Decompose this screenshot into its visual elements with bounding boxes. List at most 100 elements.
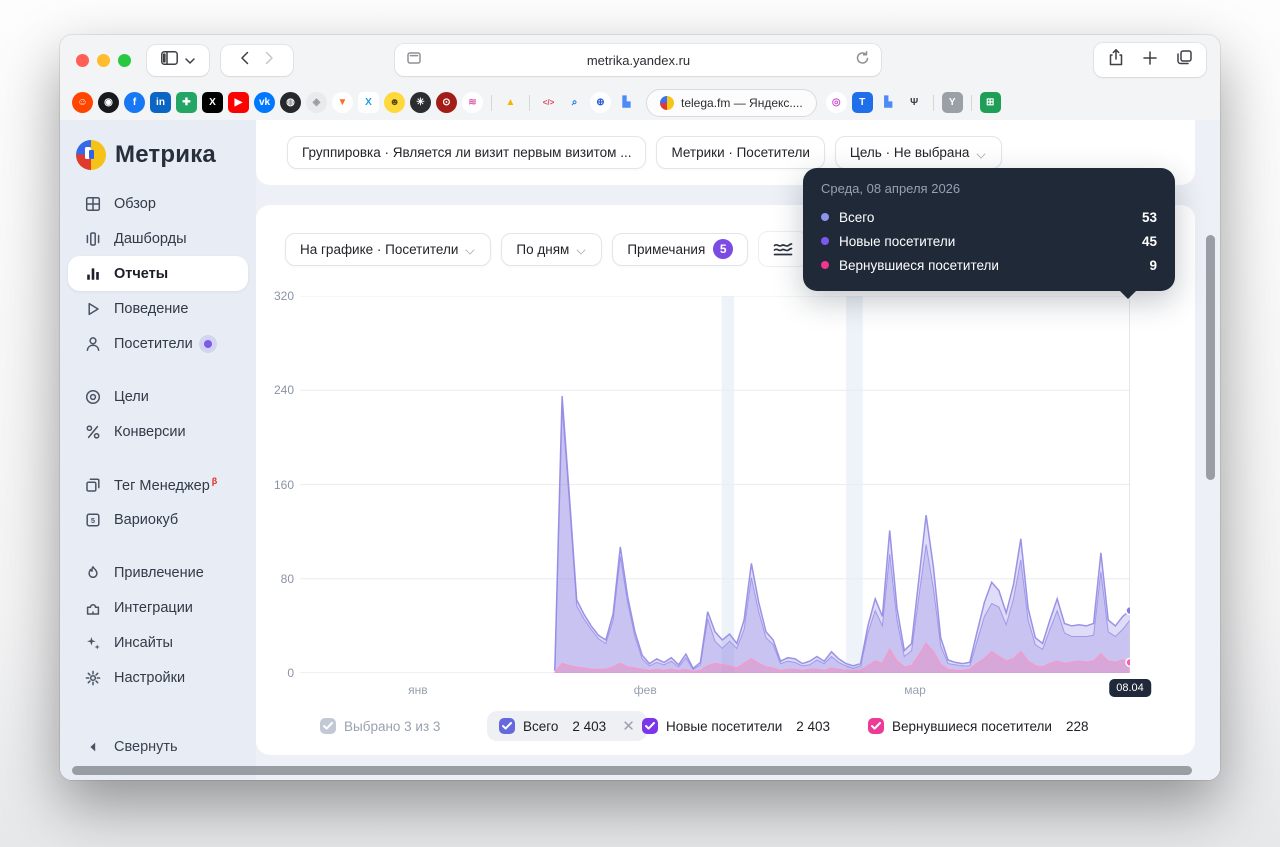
sidebar-item-label: Свернуть: [114, 738, 178, 755]
emoji-favicon[interactable]: ☻: [384, 92, 405, 113]
sidebar-item-label: Цели: [114, 388, 149, 405]
chart-favicon[interactable]: ▙: [616, 92, 637, 113]
reload-icon[interactable]: [856, 50, 869, 70]
x-favicon[interactable]: X: [202, 92, 223, 113]
sidebar-group: Обзор Дашборды Отчеты Поведение Посетители: [60, 186, 256, 361]
insights-icon: [84, 634, 102, 652]
reddit-favicon[interactable]: ☺: [72, 92, 93, 113]
horizontal-scrollbar[interactable]: [72, 766, 1192, 775]
collapse-icon: [84, 738, 102, 756]
back-button[interactable]: [240, 51, 249, 70]
active-tab-favicon: [660, 95, 674, 110]
sidebar-item-settings[interactable]: Настройки: [68, 660, 248, 695]
active-tab[interactable]: telega.fm — Яндекс....: [646, 88, 817, 117]
sidebar-item-collapse[interactable]: Свернуть: [68, 729, 248, 764]
sidebar-group: Тег Менеджер β 5 Вариокуб: [60, 467, 256, 537]
sheets-favicon[interactable]: ✚: [176, 92, 197, 113]
sidebar-item-behavior[interactable]: Поведение: [68, 291, 248, 326]
sidebar-item-attraction[interactable]: Привлечение: [68, 555, 248, 590]
zoom-window-button[interactable]: [118, 53, 131, 67]
sidebar-item-overview[interactable]: Обзор: [68, 186, 248, 221]
close-icon[interactable]: ✕: [622, 717, 635, 735]
code-favicon[interactable]: </>: [538, 92, 559, 113]
series-dot-icon: [821, 213, 829, 221]
filter-chip-2[interactable]: Цель · Не выбрана: [834, 136, 1003, 169]
drive-favicon[interactable]: ▲: [500, 92, 521, 113]
legend-item-0[interactable]: Всего 2 403 ✕: [487, 711, 647, 741]
page-format-icon[interactable]: [407, 51, 421, 69]
vertical-scrollbar[interactable]: [1206, 235, 1215, 480]
legend-item-2[interactable]: Вернувшиеся посетители 228: [868, 711, 1088, 741]
chevron-down-icon[interactable]: [185, 51, 195, 69]
sidebar-item-variocube[interactable]: 5 Вариокуб: [68, 502, 248, 537]
address-bar[interactable]: metrika.yandex.ru: [395, 44, 881, 76]
youtube-favicon[interactable]: ▶: [228, 92, 249, 113]
telegram-t-favicon[interactable]: T: [851, 92, 873, 113]
close-window-button[interactable]: [76, 53, 89, 67]
facebook-favicon[interactable]: f: [124, 92, 145, 113]
x-axis-label: янв: [408, 683, 428, 697]
x-blue-favicon[interactable]: X: [358, 92, 379, 113]
behavior-icon: [84, 300, 102, 318]
legend-series-value: 2 403: [796, 718, 831, 734]
active-tab-label: telega.fm — Яндекс....: [681, 95, 803, 110]
tag-manager-icon: [84, 476, 102, 494]
sidebar-item-visitors[interactable]: Посетители: [68, 326, 248, 361]
series-checkbox[interactable]: [499, 718, 515, 734]
legend-item-1[interactable]: Новые посетители 2 403: [642, 711, 830, 741]
legend-select-all[interactable]: Выбрано 3 из 3: [320, 711, 440, 741]
notes-button[interactable]: Примечания 5: [612, 232, 749, 266]
sidebar-item-label: Отчеты: [114, 265, 169, 282]
on-chart-select[interactable]: На графике · Посетители: [285, 232, 492, 266]
compass-favicon[interactable]: ◈: [306, 92, 327, 113]
y-axis-tick: 0: [287, 666, 294, 680]
red-app-favicon[interactable]: ⊙: [436, 92, 457, 113]
beta-badge: β: [211, 475, 218, 486]
filter-chip-1[interactable]: Метрики · Посетители: [656, 136, 825, 169]
sidebar-item-goals[interactable]: Цели: [68, 379, 248, 414]
feather-favicon[interactable]: ≋: [462, 92, 483, 113]
legend-series-label: Вернувшиеся посетители: [892, 718, 1052, 734]
minimize-window-button[interactable]: [97, 53, 110, 67]
select-all-checkbox[interactable]: [320, 718, 336, 734]
chart-canvas[interactable]: [300, 295, 1135, 674]
table-favicon[interactable]: ⊞: [979, 92, 1001, 113]
series-checkbox[interactable]: [868, 718, 884, 734]
globe-favicon[interactable]: ⊕: [590, 92, 611, 113]
linkedin-favicon[interactable]: in: [150, 92, 171, 113]
tab-overview-icon[interactable]: [1176, 50, 1192, 70]
instagram-favicon[interactable]: ◉: [98, 92, 119, 113]
search-favicon[interactable]: ⌕: [564, 92, 585, 113]
sidebar-item-label: Дашборды: [114, 230, 187, 247]
series-checkbox[interactable]: [642, 718, 658, 734]
granularity-select[interactable]: По дням: [501, 232, 603, 266]
on-chart-label: На графике · Посетители: [300, 241, 459, 257]
chart-type-button[interactable]: [758, 231, 809, 267]
metrika-logo[interactable]: Метрика: [60, 130, 256, 186]
podcasts-favicon[interactable]: ◎: [825, 92, 847, 113]
gitlab-favicon[interactable]: ▼: [332, 92, 353, 113]
sidebar-item-reports[interactable]: Отчеты: [68, 256, 248, 291]
new-tab-icon[interactable]: [1142, 50, 1157, 70]
forward-button[interactable]: [265, 51, 274, 70]
filter-chip-0[interactable]: Группировка · Является ли визит первым в…: [287, 136, 647, 169]
sidebar-toggle-button[interactable]: [147, 44, 209, 76]
sidebar-item-label: Конверсии: [114, 423, 186, 440]
sidebar-item-integrations[interactable]: Интеграции: [68, 590, 248, 625]
sidebar-item-label: Инсайты: [114, 634, 173, 651]
mic-favicon[interactable]: Ψ: [904, 92, 925, 113]
football-favicon[interactable]: ◍: [280, 92, 301, 113]
filter-chip-label: Цель · Не выбрана: [849, 145, 970, 160]
sidebar-item-tag-manager[interactable]: Тег Менеджер β: [68, 467, 248, 502]
wheel-favicon[interactable]: ✳: [410, 92, 431, 113]
window-controls: [76, 53, 131, 67]
bookmarks-separator: [491, 94, 492, 111]
sidebar-item-conversions[interactable]: Конверсии: [68, 414, 248, 449]
sidebar-item-dashboards[interactable]: Дашборды: [68, 221, 248, 256]
chart2-favicon[interactable]: ▙: [878, 92, 899, 113]
share-icon[interactable]: [1109, 49, 1123, 71]
vk-favicon[interactable]: vk: [254, 92, 275, 113]
sidebar-item-insights[interactable]: Инсайты: [68, 625, 248, 660]
bookmarks-separator: [970, 94, 972, 111]
y-favicon[interactable]: Y: [941, 92, 963, 113]
